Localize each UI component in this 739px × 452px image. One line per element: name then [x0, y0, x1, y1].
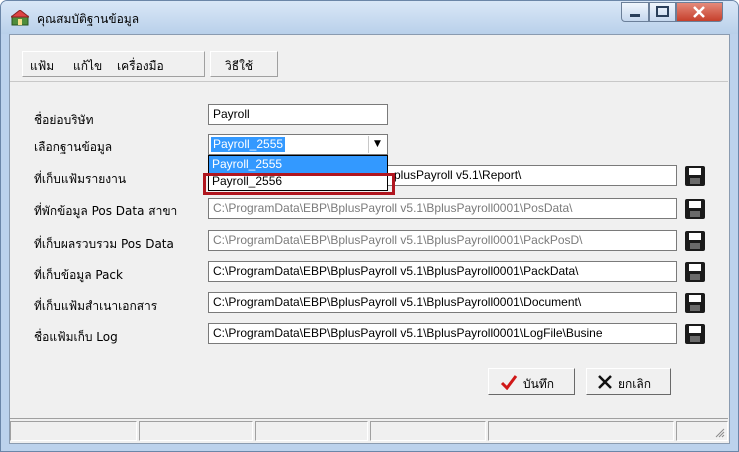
highlight-box — [203, 173, 395, 195]
report-path-label: ที่เก็บแฟ้มรายงาน — [34, 172, 127, 186]
document-path-input[interactable]: C:\ProgramData\EBP\BplusPayroll v5.1\Bpl… — [208, 292, 677, 313]
status-panel — [255, 421, 368, 441]
status-panel — [676, 421, 728, 441]
save-disk-icon[interactable] — [683, 165, 707, 187]
database-select[interactable]: Payroll_2555 ▼ — [208, 134, 388, 155]
save-disk-icon[interactable] — [683, 323, 707, 345]
database-select-value: Payroll_2555 — [211, 137, 286, 152]
cancel-button[interactable]: ยกเลิก — [586, 368, 671, 395]
maximize-button[interactable] — [649, 2, 676, 22]
window-title: คุณสมบัติฐานข้อมูล — [37, 12, 140, 26]
title-bar[interactable]: คุณสมบัติฐานข้อมูล — [1, 1, 738, 34]
checkmark-icon — [500, 375, 518, 390]
log-path-label: ชื่อแฟ้มเก็บ Log — [34, 330, 118, 344]
pack-path-label: ที่เก็บข้อมูล Pack — [34, 268, 123, 282]
packposdata-path-label: ที่เก็บผลรวบรวม Pos Data — [34, 237, 174, 251]
pack-path-input[interactable]: C:\ProgramData\EBP\BplusPayroll v5.1\Bpl… — [208, 261, 677, 282]
status-panel — [488, 421, 674, 441]
menu-bar: แฟ้ม แก้ไข เครื่องมือ วิธีใช้ — [10, 47, 728, 82]
minimize-icon — [630, 14, 640, 17]
save-disk-icon[interactable] — [683, 230, 707, 252]
status-panel — [139, 421, 253, 441]
company-label: ชื่อย่อบริษัท — [34, 113, 94, 127]
close-button[interactable] — [676, 2, 723, 22]
status-bar — [10, 418, 728, 443]
menu-help[interactable]: วิธีใช้ — [225, 57, 253, 76]
close-icon — [693, 6, 705, 18]
menu-edit[interactable]: แก้ไข — [73, 57, 102, 76]
menu-tools[interactable]: เครื่องมือ — [117, 57, 164, 76]
packposdata-path-input[interactable]: C:\ProgramData\EBP\BplusPayroll v5.1\Bpl… — [208, 230, 677, 251]
dropdown-arrow-icon[interactable]: ▼ — [368, 136, 386, 153]
save-button-label: บันทึก — [523, 377, 554, 391]
status-panel — [10, 421, 137, 441]
posdata-path-input[interactable]: C:\ProgramData\EBP\BplusPayroll v5.1\Bpl… — [208, 198, 677, 219]
database-label: เลือกฐานข้อมูล — [34, 140, 113, 154]
save-disk-icon[interactable] — [683, 292, 707, 314]
status-panel — [370, 421, 486, 441]
menu-file[interactable]: แฟ้ม — [30, 57, 54, 76]
database-app-icon — [11, 10, 29, 26]
minimize-button[interactable] — [621, 2, 649, 22]
cancel-button-label: ยกเลิก — [618, 377, 652, 391]
posdata-path-label: ที่พักข้อมูล Pos Data สาขา — [34, 204, 178, 218]
save-disk-icon[interactable] — [683, 198, 707, 220]
resize-grip-icon[interactable] — [713, 426, 725, 438]
save-disk-icon[interactable] — [683, 261, 707, 283]
dropdown-option[interactable]: Payroll_2555 — [209, 156, 387, 173]
document-path-label: ที่เก็บแฟ้มสำเนาเอกสาร — [34, 299, 158, 313]
maximize-icon — [656, 6, 669, 17]
company-input[interactable]: Payroll — [208, 104, 388, 125]
report-path-text: plusPayroll v5.1\Report\ — [394, 168, 522, 182]
log-path-input[interactable]: C:\ProgramData\EBP\BplusPayroll v5.1\Bpl… — [208, 323, 677, 344]
cross-icon — [598, 375, 612, 389]
save-button[interactable]: บันทึก — [488, 368, 575, 395]
